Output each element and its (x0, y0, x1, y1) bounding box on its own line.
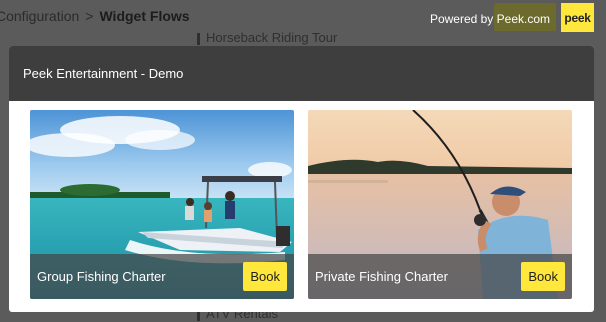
card-footer: Private Fishing Charter Book (308, 254, 572, 299)
peek-logo[interactable]: peek (561, 3, 594, 32)
activity-card-private-fishing[interactable]: Private Fishing Charter Book (308, 110, 572, 299)
breadcrumb-separator: > (85, 8, 94, 24)
background-list-item: Horseback Riding Tour (197, 30, 337, 45)
book-button[interactable]: Book (521, 262, 565, 291)
list-marker (197, 32, 200, 45)
card-footer: Group Fishing Charter Book (30, 254, 294, 299)
breadcrumb-current: Widget Flows (99, 8, 190, 24)
booking-modal: Peek Entertainment - Demo Group Fishing … (9, 46, 594, 312)
breadcrumb-parent: Configuration (0, 8, 80, 24)
card-title: Group Fishing Charter (37, 269, 166, 284)
modal-title: Peek Entertainment - Demo (23, 66, 184, 81)
breadcrumb: Configuration > Widget Flows (0, 8, 190, 24)
activity-card-group-fishing[interactable]: Group Fishing Charter Book (30, 110, 294, 299)
modal-header: Peek Entertainment - Demo (9, 46, 594, 101)
powered-by-text: Powered by Peek.com (429, 12, 550, 26)
card-title: Private Fishing Charter (315, 269, 448, 284)
background-item-label: Horseback Riding Tour (206, 30, 338, 45)
book-button[interactable]: Book (243, 262, 287, 291)
